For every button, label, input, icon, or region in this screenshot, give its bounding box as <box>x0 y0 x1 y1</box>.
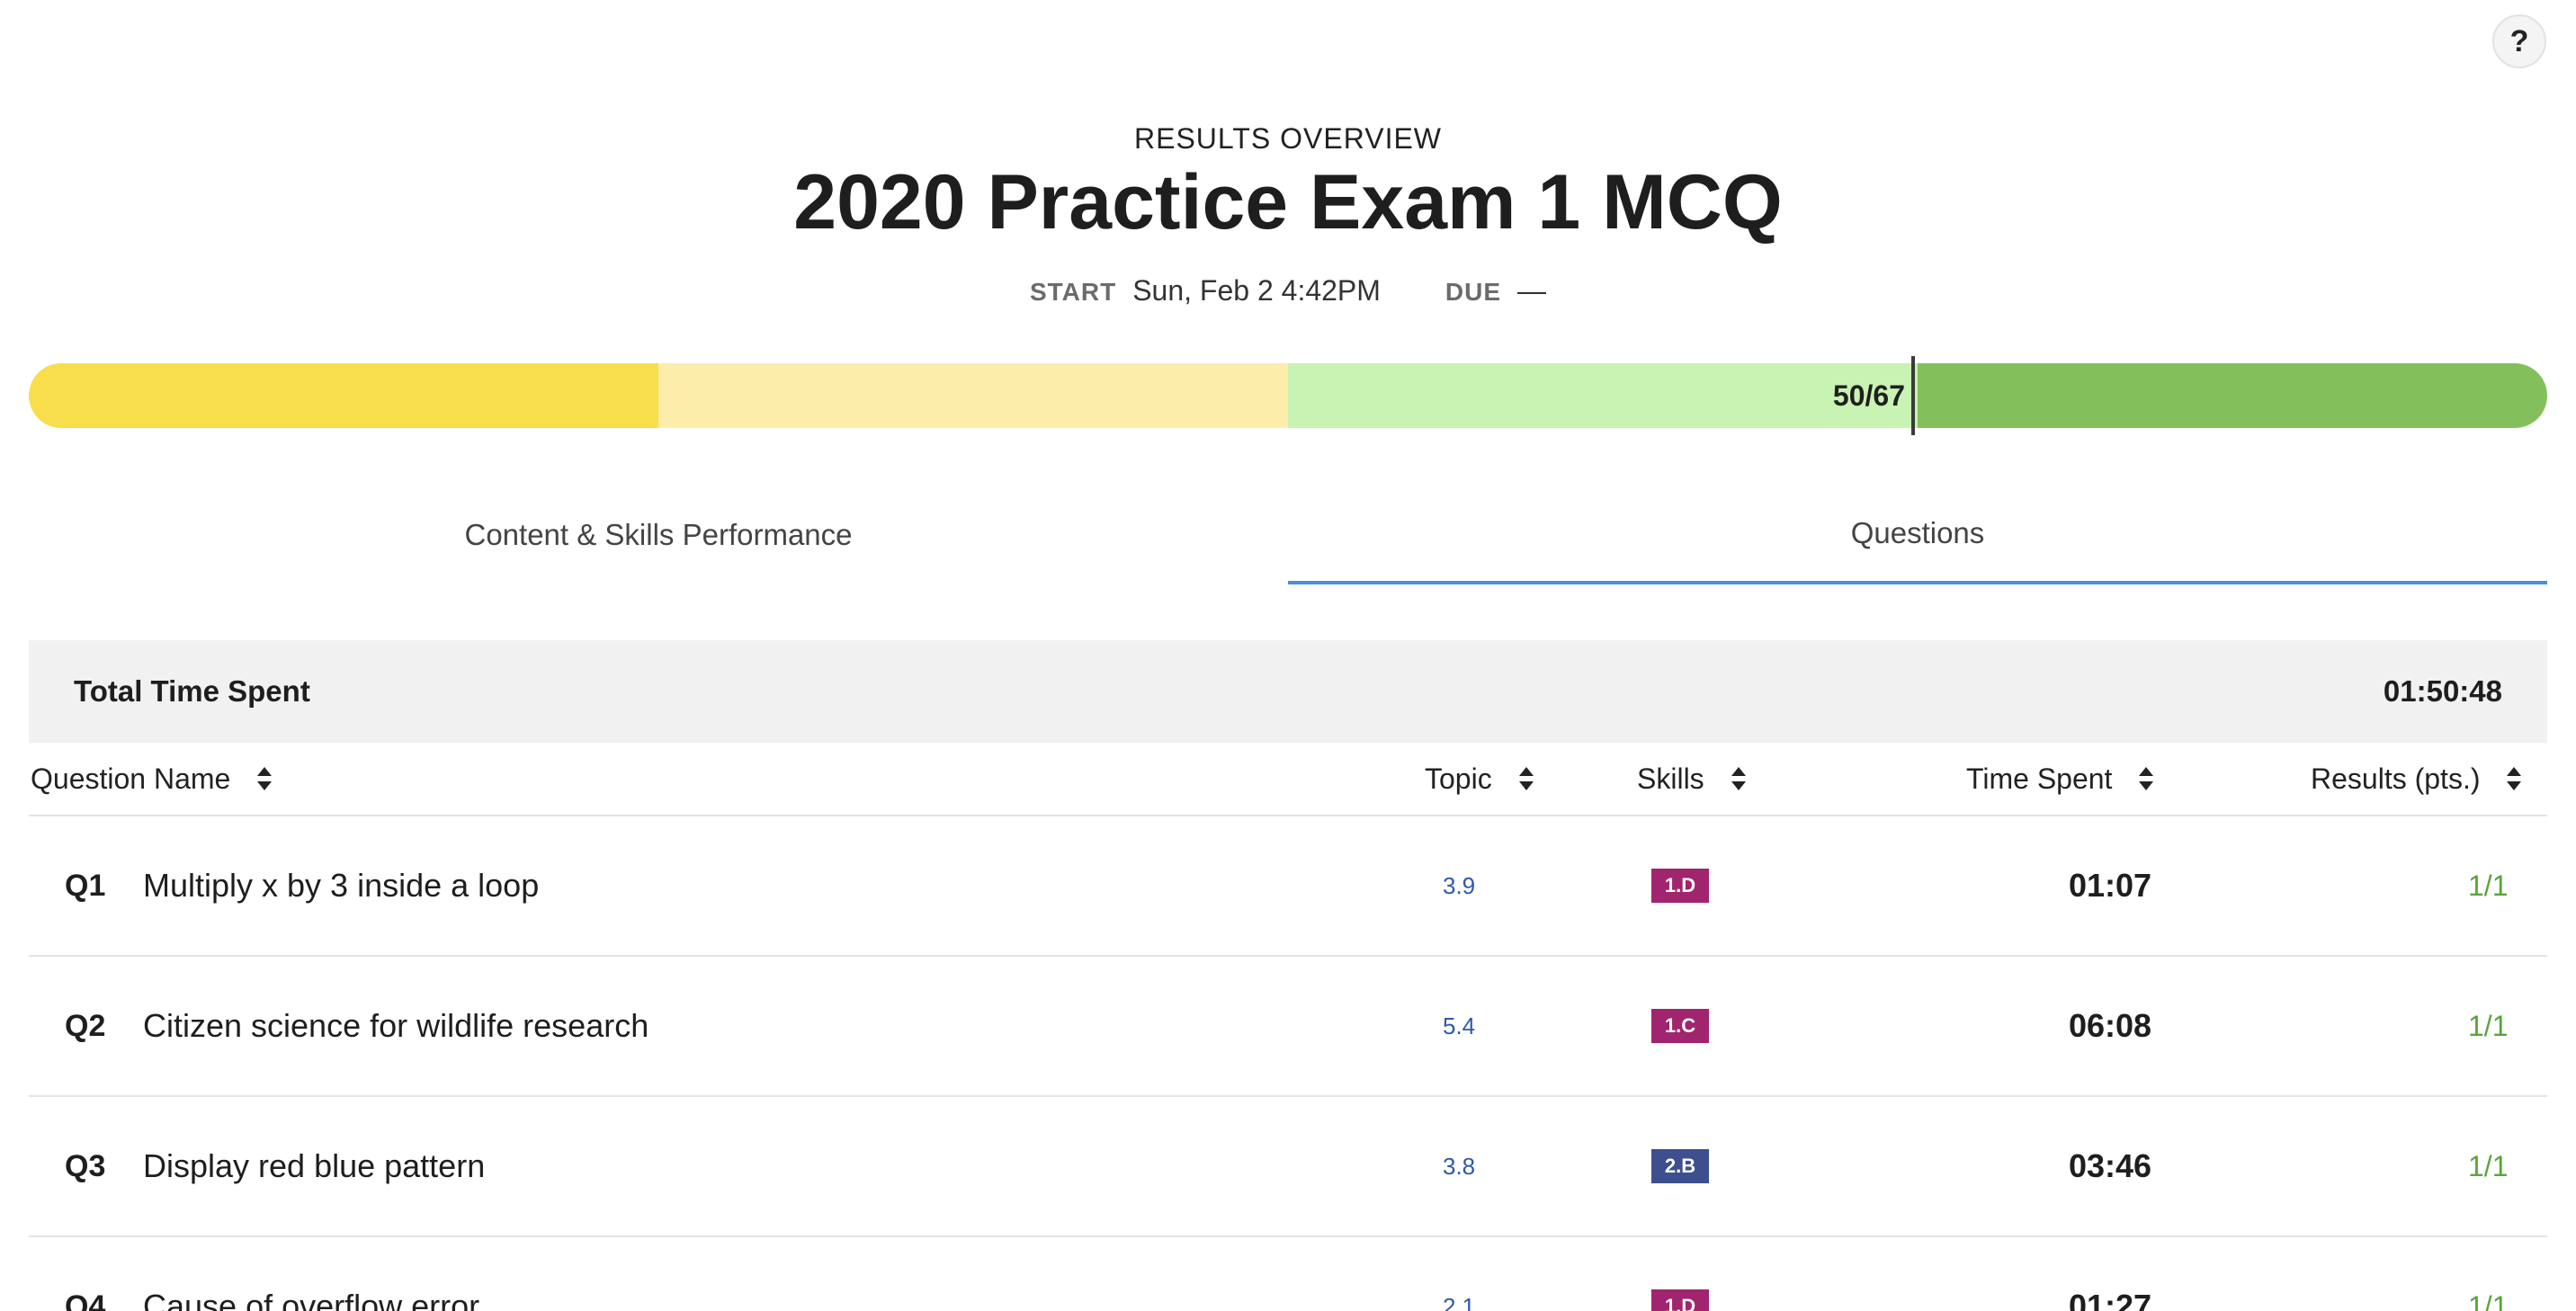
start-label: START <box>1029 278 1117 306</box>
question-result: 1/1 <box>2468 1009 2509 1042</box>
total-time-row: Total Time Spent 01:50:48 <box>29 640 2547 743</box>
results-tabs: Content & Skills Performance Questions <box>29 486 2547 586</box>
question-name[interactable]: Citizen science for wildlife research <box>143 957 648 1095</box>
question-time: 01:27 <box>2069 1288 2152 1311</box>
question-topic: 5.4 <box>1443 1012 1476 1039</box>
column-header-skills[interactable]: Skills <box>1637 743 1746 815</box>
question-number: Q4 <box>65 1289 106 1311</box>
score-bar: 50/67 <box>29 363 2547 428</box>
page-title: 2020 Practice Exam 1 MCQ <box>793 159 1783 245</box>
due-label: DUE <box>1445 278 1502 306</box>
question-mark-icon: ? <box>2509 23 2529 58</box>
question-topic: 3.9 <box>1443 871 1476 899</box>
column-header-time-spent[interactable]: Time Spent <box>1966 743 2154 815</box>
question-skill-cell: 1.D <box>1651 1237 1709 1311</box>
tab-questions[interactable]: Questions <box>1288 486 2547 584</box>
question-result: 1/1 <box>2468 1289 2509 1311</box>
column-header-question-name[interactable]: Question Name <box>31 743 273 815</box>
table-row[interactable]: Q3 Display red blue pattern 3.8 2.B 03:4… <box>29 1097 2547 1237</box>
question-skill-cell: 1.D <box>1651 816 1709 955</box>
question-time: 06:08 <box>2069 1007 2152 1044</box>
total-time-label: Total Time Spent <box>74 674 310 708</box>
question-number: Q1 <box>65 868 106 903</box>
tab-content-skills[interactable]: Content & Skills Performance <box>29 486 1288 584</box>
question-topic: 2.1 <box>1443 1292 1476 1311</box>
skill-badge: 1.C <box>1651 1009 1709 1043</box>
results-overview-page: ? RESULTS OVERVIEW 2020 Practice Exam 1 … <box>0 0 2576 1311</box>
table-row[interactable]: Q1 Multiply x by 3 inside a loop 3.9 1.D… <box>29 816 2547 957</box>
score-segment-4 <box>1918 363 2547 428</box>
questions-table: Question Name Topic Skills Time Spent Re… <box>29 743 2547 1311</box>
sort-icon[interactable] <box>1731 765 1746 792</box>
question-topic: 3.8 <box>1443 1152 1476 1180</box>
skill-badge: 2.B <box>1651 1149 1709 1183</box>
question-skill-cell: 1.C <box>1651 957 1709 1095</box>
score-marker <box>1911 356 1915 435</box>
column-header-results[interactable]: Results (pts.) <box>2311 743 2522 815</box>
table-row[interactable]: Q4 Cause of overflow error 2.1 1.D 01:27… <box>29 1237 2547 1311</box>
page-eyebrow: RESULTS OVERVIEW <box>1134 122 1442 155</box>
question-number: Q2 <box>65 1008 106 1043</box>
question-name[interactable]: Cause of overflow error <box>143 1237 479 1311</box>
question-result: 1/1 <box>2468 869 2509 902</box>
start-value: Sun, Feb 2 4:42PM <box>1132 274 1381 307</box>
question-result: 1/1 <box>2468 1149 2509 1182</box>
help-button[interactable]: ? <box>2492 14 2546 68</box>
sort-icon[interactable] <box>1518 765 1534 792</box>
table-header: Question Name Topic Skills Time Spent Re… <box>29 743 2547 816</box>
question-number: Q3 <box>65 1148 106 1183</box>
score-segment-3: 50/67 <box>1288 363 1918 428</box>
sort-icon[interactable] <box>257 765 273 792</box>
question-name[interactable]: Display red blue pattern <box>143 1097 485 1235</box>
score-label: 50/67 <box>1832 379 1905 412</box>
skill-badge: 1.D <box>1651 1289 1709 1311</box>
score-segment-1 <box>29 363 658 428</box>
sort-icon[interactable] <box>2507 765 2522 792</box>
column-header-topic[interactable]: Topic <box>1425 743 1534 815</box>
sort-icon[interactable] <box>2139 765 2154 792</box>
question-time: 03:46 <box>2069 1147 2152 1184</box>
due-value: — <box>1517 274 1547 307</box>
table-row[interactable]: Q2 Citizen science for wildlife research… <box>29 957 2547 1097</box>
exam-dates: START Sun, Feb 2 4:42PM DUE — <box>0 274 2576 308</box>
question-skill-cell: 2.B <box>1651 1097 1709 1235</box>
question-name[interactable]: Multiply x by 3 inside a loop <box>143 816 539 955</box>
skill-badge: 1.D <box>1651 869 1709 903</box>
total-time-value: 01:50:48 <box>2383 674 2502 708</box>
score-segment-2 <box>658 363 1288 428</box>
question-time: 01:07 <box>2069 867 2152 904</box>
